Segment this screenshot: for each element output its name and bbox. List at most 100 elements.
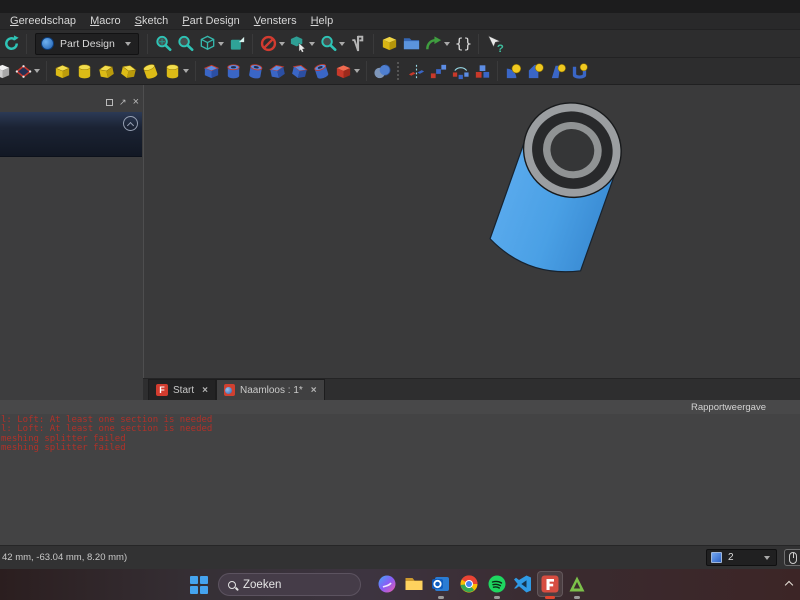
create-sketch-icon[interactable] <box>12 59 34 83</box>
whatsthis-icon[interactable] <box>483 32 505 56</box>
boolean-icon[interactable] <box>371 59 393 83</box>
chevron-down-icon[interactable] <box>279 41 285 46</box>
3d-viewport[interactable] <box>143 85 800 378</box>
zoom-tools-button[interactable] <box>317 32 347 56</box>
multitransform-icon[interactable] <box>471 59 493 83</box>
freecad-logo-icon: F <box>156 384 168 396</box>
hole-icon[interactable] <box>222 59 244 83</box>
additive-primitive-icon[interactable] <box>161 59 183 83</box>
subtractive-loft-icon[interactable] <box>266 59 288 83</box>
fit-selection-icon[interactable] <box>174 32 196 56</box>
running-indicator <box>438 596 444 599</box>
refresh-icon[interactable] <box>0 32 22 56</box>
close-icon[interactable]: × <box>199 385 208 396</box>
create-body-icon[interactable] <box>0 59 12 83</box>
make-link-icon[interactable] <box>422 32 444 56</box>
tab-start[interactable]: F Start × <box>148 379 216 400</box>
groove-icon[interactable] <box>244 59 266 83</box>
chevron-down-icon[interactable] <box>34 69 40 73</box>
search-label: Zoeken <box>243 578 282 591</box>
mirrored-icon[interactable] <box>405 59 427 83</box>
menu-help[interactable]: Help <box>304 13 341 29</box>
model-canvas[interactable] <box>144 85 800 378</box>
additive-helix-icon[interactable] <box>139 59 161 83</box>
subtractive-helix-icon[interactable] <box>310 59 332 83</box>
chevron-down-icon <box>125 41 131 46</box>
menu-part-design[interactable]: Part Design <box>175 13 246 29</box>
draw-style-button[interactable] <box>196 32 226 56</box>
workbench-selector[interactable]: Part Design <box>35 32 139 55</box>
chamfer-icon[interactable] <box>524 59 546 83</box>
chevron-down-icon[interactable] <box>309 41 315 46</box>
create-part-icon[interactable] <box>378 32 400 56</box>
nav-style-value: 2 <box>728 552 734 563</box>
workbench-icon <box>41 37 54 50</box>
chevron-down-icon[interactable] <box>354 69 360 73</box>
subtractive-primitive-button[interactable] <box>332 59 362 83</box>
draw-style-icon[interactable] <box>196 32 218 56</box>
menu-macro[interactable]: Macro <box>83 13 128 29</box>
freecad-active-indicator <box>545 596 555 599</box>
close-icon[interactable]: × <box>308 385 317 396</box>
isometric-view-icon[interactable] <box>226 32 248 56</box>
measure-icon[interactable] <box>347 32 369 56</box>
collapse-chevron-icon[interactable] <box>123 116 138 131</box>
copilot-icon[interactable] <box>377 574 397 594</box>
box-selection-button[interactable] <box>287 32 317 56</box>
explorer-icon[interactable] <box>404 574 424 594</box>
close-icon[interactable]: × <box>133 96 139 108</box>
float-icon[interactable]: ↗ <box>119 97 127 108</box>
fit-all-icon[interactable] <box>152 32 174 56</box>
tab-naamloos[interactable]: Naamloos : 1* × <box>215 379 325 400</box>
windows-taskbar: Zoeken <box>0 569 800 600</box>
chevron-down-icon[interactable] <box>339 41 345 46</box>
fillet-icon[interactable] <box>502 59 524 83</box>
draft-icon[interactable] <box>546 59 568 83</box>
pocket-icon[interactable] <box>200 59 222 83</box>
create-sketch-button[interactable] <box>12 59 42 83</box>
chevron-down-icon[interactable] <box>218 41 224 46</box>
outlook-icon[interactable] <box>431 574 451 594</box>
additive-primitive-button[interactable] <box>161 59 191 83</box>
additive-loft-icon[interactable] <box>95 59 117 83</box>
menu-gereedschap[interactable]: Gereedschap <box>3 13 83 29</box>
zoom-tools-icon[interactable] <box>317 32 339 56</box>
toolbar-handle[interactable] <box>397 62 401 80</box>
tray-chevron-up-icon[interactable] <box>784 580 795 590</box>
cylinder-model[interactable] <box>485 89 634 282</box>
green-a-app-icon[interactable] <box>567 574 587 594</box>
make-link-button[interactable] <box>422 32 452 56</box>
clipping-button[interactable] <box>257 32 287 56</box>
report-view-titlebar[interactable]: Rapportweergave <box>0 400 800 414</box>
chrome-icon[interactable] <box>459 574 479 594</box>
toolbar-separator <box>366 61 367 81</box>
revolve-icon[interactable] <box>73 59 95 83</box>
box-selection-icon[interactable] <box>287 32 309 56</box>
spotify-icon[interactable] <box>487 574 507 594</box>
dock-icon[interactable] <box>106 98 114 106</box>
subtractive-pipe-icon[interactable] <box>288 59 310 83</box>
freecad-icon[interactable] <box>540 574 560 594</box>
navigation-style-selector[interactable]: 2 <box>706 549 777 566</box>
create-group-icon[interactable] <box>400 32 422 56</box>
toolbar-separator <box>46 61 47 81</box>
chevron-down-icon[interactable] <box>444 41 450 46</box>
additive-pipe-icon[interactable] <box>117 59 139 83</box>
menu-vensters[interactable]: Vensters <box>247 13 304 29</box>
chevron-down-icon[interactable] <box>183 69 189 73</box>
pad-icon[interactable] <box>51 59 73 83</box>
cursor-coordinates: 42 mm, -63.04 mm, 8.20 mm) <box>2 552 128 563</box>
taskbar-search[interactable]: Zoeken <box>218 573 361 596</box>
start-button[interactable] <box>190 576 208 594</box>
subtractive-primitive-icon[interactable] <box>332 59 354 83</box>
polar-pattern-icon[interactable] <box>449 59 471 83</box>
vscode-icon[interactable] <box>513 574 533 594</box>
linear-pattern-icon[interactable] <box>427 59 449 83</box>
clipping-icon[interactable] <box>257 32 279 56</box>
thickness-icon[interactable] <box>568 59 590 83</box>
varset-icon[interactable] <box>452 32 474 56</box>
task-panel-header[interactable] <box>0 112 142 157</box>
report-view[interactable]: l: Loft: At least one section is needed … <box>0 414 800 545</box>
menu-sketch[interactable]: Sketch <box>128 13 176 29</box>
mouse-navigation-button[interactable] <box>784 549 800 566</box>
